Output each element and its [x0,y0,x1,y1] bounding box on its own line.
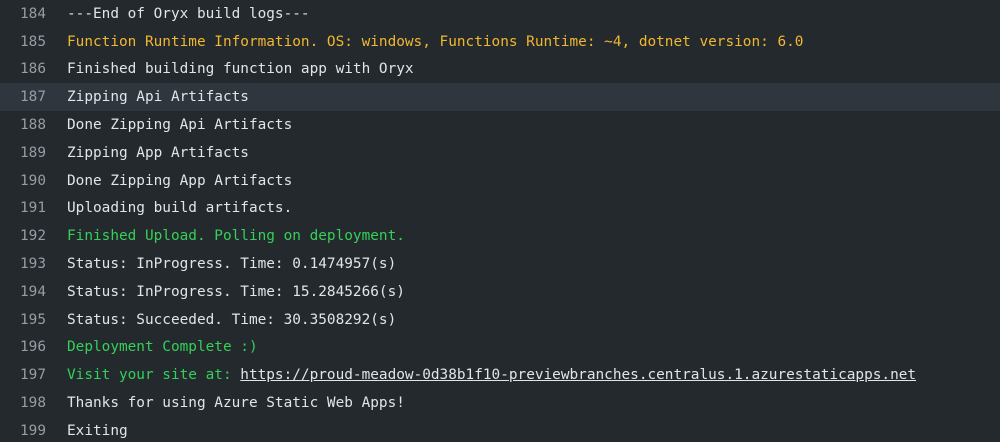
log-text: Finished building function app with Oryx [67,61,414,78]
line-number[interactable]: 187 [0,89,46,105]
log-line[interactable]: 184 ---End of Oryx build logs--- [0,0,1000,28]
log-line[interactable]: 189 Zipping App Artifacts [0,139,1000,167]
log-text: Zipping App Artifacts [67,144,249,161]
line-number[interactable]: 192 [0,228,46,244]
line-number[interactable]: 195 [0,312,46,328]
log-line[interactable]: 195 Status: Succeeded. Time: 30.3508292(… [0,306,1000,334]
line-number[interactable]: 193 [0,256,46,272]
log-text-success: Deployment Complete :) [67,339,258,356]
line-number[interactable]: 189 [0,145,46,161]
log-text: Status: Succeeded. Time: 30.3508292(s) [67,311,397,328]
line-number[interactable]: 188 [0,117,46,133]
log-line[interactable]: 185 Function Runtime Information. OS: wi… [0,28,1000,56]
line-number[interactable]: 196 [0,339,46,355]
log-line[interactable]: 199 Exiting [0,417,1000,442]
log-text: Zipping Api Artifacts [67,89,249,106]
log-text: Done Zipping Api Artifacts [67,117,293,134]
log-text: Exiting [67,422,128,439]
build-log-panel: 184 ---End of Oryx build logs--- 185 Fun… [0,0,1000,442]
log-line[interactable]: 186 Finished building function app with … [0,56,1000,84]
log-line-highlighted[interactable]: 187 Zipping Api Artifacts [0,83,1000,112]
log-text-success: Finished Upload. Polling on deployment. [67,228,405,245]
log-line[interactable]: 191 Uploading build artifacts. [0,195,1000,223]
line-number[interactable]: 197 [0,367,46,383]
log-line[interactable]: 193 Status: InProgress. Time: 0.1474957(… [0,250,1000,278]
log-line[interactable]: 198 Thanks for using Azure Static Web Ap… [0,389,1000,417]
log-text: Status: InProgress. Time: 15.2845266(s) [67,283,405,300]
log-text: Status: InProgress. Time: 0.1474957(s) [67,256,397,273]
log-text: Thanks for using Azure Static Web Apps! [67,395,405,412]
log-text: Uploading build artifacts. [67,200,293,217]
site-url-link[interactable]: https://proud-meadow-0d38b1f10-previewbr… [240,367,916,383]
log-line[interactable]: 196 Deployment Complete :) [0,334,1000,362]
log-line[interactable]: 190 Done Zipping App Artifacts [0,167,1000,195]
log-text: Done Zipping App Artifacts [67,172,293,189]
line-number[interactable]: 186 [0,61,46,77]
log-line[interactable]: 197 Visit your site at: https://proud-me… [0,361,1000,389]
log-text: ---End of Oryx build logs--- [67,5,310,22]
log-text-success: Visit your site at: https://proud-meadow… [46,367,916,383]
log-line[interactable]: 188 Done Zipping Api Artifacts [0,111,1000,139]
line-number[interactable]: 194 [0,284,46,300]
line-number[interactable]: 185 [0,34,46,50]
log-text-warning: Function Runtime Information. OS: window… [67,33,804,50]
line-number[interactable]: 191 [0,200,46,216]
log-line[interactable]: 194 Status: InProgress. Time: 15.2845266… [0,278,1000,306]
line-number[interactable]: 198 [0,395,46,411]
line-number[interactable]: 199 [0,423,46,439]
line-number[interactable]: 190 [0,173,46,189]
visit-site-label: Visit your site at: [67,367,241,384]
log-line[interactable]: 192 Finished Upload. Polling on deployme… [0,222,1000,250]
line-number[interactable]: 184 [0,6,46,22]
